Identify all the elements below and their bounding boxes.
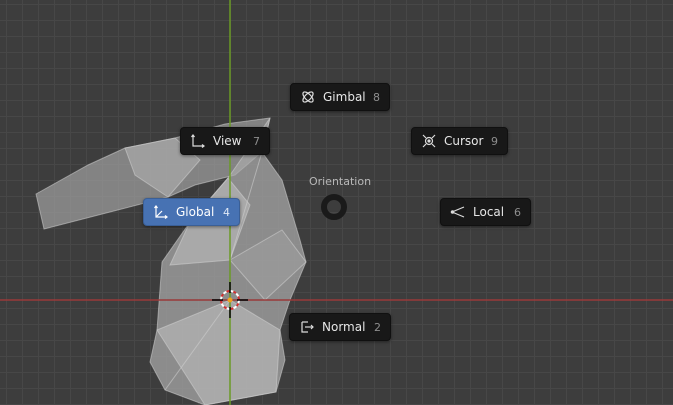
orientation-view-label: View [213, 134, 242, 148]
orientation-gimbal-button[interactable]: Gimbal 8 [290, 83, 390, 111]
orientation-global-label: Global [176, 205, 215, 219]
mesh-object[interactable] [35, 117, 307, 405]
gimbal-icon [300, 89, 316, 105]
orientation-cursor-shortcut: 9 [491, 134, 498, 148]
orientation-normal-label: Normal [322, 320, 366, 334]
orientation-cursor-label: Cursor [444, 134, 484, 148]
orientation-normal-shortcut: 2 [374, 320, 381, 334]
cursor-orientation-icon [421, 133, 437, 149]
orientation-local-shortcut: 6 [514, 205, 521, 219]
pie-menu-center-ring [321, 194, 347, 220]
orientation-global-button[interactable]: Global 4 [143, 198, 240, 226]
orientation-local-button[interactable]: Local 6 [440, 198, 531, 226]
orientation-view-shortcut: 7 [253, 134, 260, 148]
orientation-gimbal-label: Gimbal [323, 90, 366, 104]
orientation-local-label: Local [473, 205, 505, 219]
local-axes-icon [450, 204, 466, 220]
global-axes-icon [153, 204, 169, 220]
normal-orientation-icon [299, 319, 315, 335]
orientation-view-button[interactable]: View 7 [180, 127, 270, 155]
orientation-gimbal-shortcut: 8 [373, 90, 380, 104]
orientation-normal-button[interactable]: Normal 2 [289, 313, 391, 341]
pie-menu-title: Orientation [308, 175, 372, 188]
orientation-global-shortcut: 4 [223, 205, 230, 219]
view-axes-icon [190, 133, 206, 149]
orientation-cursor-button[interactable]: Cursor 9 [411, 127, 508, 155]
